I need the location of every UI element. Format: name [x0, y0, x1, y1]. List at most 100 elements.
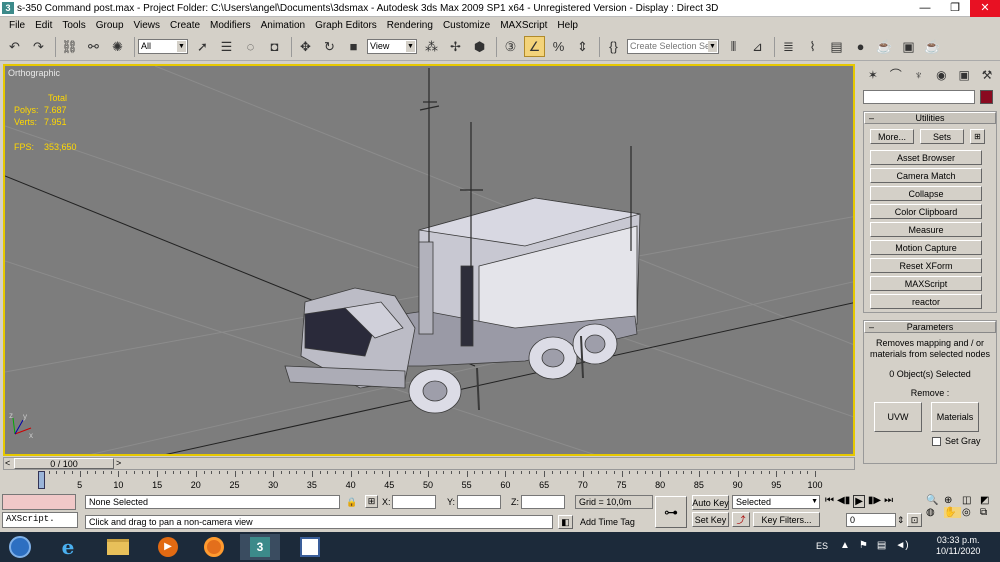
- reference-coordinate-dropdown[interactable]: View ▼: [367, 39, 417, 54]
- measure-button[interactable]: Measure: [870, 222, 982, 237]
- more-button[interactable]: More...: [870, 129, 914, 144]
- collapse-button[interactable]: Collapse: [870, 186, 982, 201]
- asset-browser-button[interactable]: Asset Browser: [870, 150, 982, 165]
- set-key-icon[interactable]: ⊶: [655, 496, 687, 528]
- time-configuration-icon[interactable]: ⊡: [907, 513, 922, 527]
- menu-file[interactable]: File: [4, 20, 30, 31]
- menu-help[interactable]: Help: [552, 20, 583, 31]
- set-key-button[interactable]: Set Key: [692, 512, 729, 527]
- maximize-button[interactable]: ❐: [940, 0, 970, 17]
- menu-create[interactable]: Create: [165, 20, 205, 31]
- slider-prev-arrow-icon[interactable]: <: [5, 458, 10, 468]
- select-by-name-icon[interactable]: ☰: [216, 36, 237, 57]
- key-mode-dropdown[interactable]: Selected ▼: [732, 495, 820, 509]
- render-setup-icon[interactable]: ☕: [874, 36, 895, 57]
- frame-spinner-icon[interactable]: ⇕: [897, 513, 905, 527]
- minimize-button[interactable]: —: [910, 0, 940, 17]
- create-tab-icon[interactable]: ✶: [863, 65, 883, 84]
- object-color-swatch[interactable]: [980, 90, 993, 104]
- zoom-icon[interactable]: 🔍: [926, 495, 943, 506]
- zoom-all-icon[interactable]: ⊕: [944, 495, 961, 506]
- reactor-button[interactable]: reactor: [870, 294, 982, 309]
- angle-snap-icon[interactable]: ∠: [524, 36, 545, 57]
- object-name-field[interactable]: [863, 90, 975, 104]
- viewport-orthographic[interactable]: Orthographic Total Polys: 7.687 Verts: 7.9…: [3, 64, 855, 456]
- zoom-extents-icon[interactable]: ◫: [962, 495, 979, 506]
- pan-view-icon[interactable]: ✋: [944, 507, 961, 518]
- edit-named-selection-icon[interactable]: {}: [603, 36, 624, 57]
- display-tab-icon[interactable]: ▣: [954, 65, 974, 84]
- hierarchy-tab-icon[interactable]: ♆: [909, 65, 929, 84]
- scale-icon[interactable]: ■: [343, 36, 364, 57]
- menu-edit[interactable]: Edit: [30, 20, 57, 31]
- volume-icon[interactable]: ◄): [895, 540, 908, 551]
- menu-group[interactable]: Group: [91, 20, 129, 31]
- select-object-icon[interactable]: ➚: [192, 36, 213, 57]
- menu-tools[interactable]: Tools: [57, 20, 90, 31]
- firefox-icon[interactable]: [194, 534, 234, 560]
- menu-maxscript[interactable]: MAXScript: [495, 20, 552, 31]
- viewport-label[interactable]: Orthographic: [8, 68, 60, 78]
- utilities-rollout-header[interactable]: – Utilities: [864, 112, 996, 124]
- start-button[interactable]: [2, 534, 38, 560]
- motion-capture-button[interactable]: Motion Capture: [870, 240, 982, 255]
- arc-rotate-icon[interactable]: ◎: [962, 507, 979, 518]
- time-slider[interactable]: < 0 / 100 >: [3, 457, 855, 470]
- parameters-rollout-header[interactable]: – Parameters: [864, 321, 996, 333]
- close-button[interactable]: ✕: [970, 0, 1000, 17]
- add-time-tag-button[interactable]: Add Time Tag: [580, 515, 635, 529]
- media-player-icon[interactable]: ▶: [148, 534, 188, 560]
- paint-icon[interactable]: [290, 534, 330, 560]
- quick-render-icon[interactable]: ☕: [922, 36, 943, 57]
- curve-editor-icon[interactable]: ⌇: [802, 36, 823, 57]
- materials-button[interactable]: Materials: [931, 402, 979, 432]
- rotate-icon[interactable]: ↻: [319, 36, 340, 57]
- lock-selection-icon[interactable]: 🔒: [346, 495, 357, 509]
- schematic-view-icon[interactable]: ▤: [826, 36, 847, 57]
- zoom-extents-all-icon[interactable]: ◩: [980, 495, 997, 506]
- percent-snap-icon[interactable]: %: [548, 36, 569, 57]
- keyboard-shortcut-override-icon[interactable]: ⬢: [469, 36, 490, 57]
- snaps-toggle-icon[interactable]: ③: [500, 36, 521, 57]
- camera-match-button[interactable]: Camera Match: [870, 168, 982, 183]
- default-in-out-tangents-icon[interactable]: ⤴: [732, 512, 750, 527]
- redo-icon[interactable]: ↷: [28, 36, 49, 57]
- auto-key-button[interactable]: Auto Key: [692, 495, 729, 510]
- move-icon[interactable]: ✥: [295, 36, 316, 57]
- motion-tab-icon[interactable]: ◉: [931, 65, 951, 84]
- reset-xform-button[interactable]: Reset XForm: [870, 258, 982, 273]
- menu-views[interactable]: Views: [129, 20, 166, 31]
- field-of-view-icon[interactable]: ◍: [926, 507, 943, 518]
- key-filters-button[interactable]: Key Filters...: [753, 512, 820, 527]
- current-frame-field[interactable]: 0: [846, 513, 896, 527]
- 3ds-max-taskbar-icon[interactable]: 3: [240, 534, 280, 560]
- menu-graph-editors[interactable]: Graph Editors: [310, 20, 382, 31]
- play-icon[interactable]: ▶: [853, 495, 865, 508]
- utilities-tab-icon[interactable]: ⚒: [977, 65, 997, 84]
- rectangular-selection-icon[interactable]: ◌: [240, 36, 261, 57]
- z-coordinate-field[interactable]: [521, 495, 565, 509]
- window-crossing-icon[interactable]: ◘: [264, 36, 285, 57]
- align-icon[interactable]: ⊿: [747, 36, 768, 57]
- undo-icon[interactable]: ↶: [4, 36, 25, 57]
- bind-space-warp-icon[interactable]: ✺: [107, 36, 128, 57]
- maxscript-listener-top[interactable]: [2, 494, 76, 510]
- unlink-icon[interactable]: ⚯: [83, 36, 104, 57]
- time-slider-thumb[interactable]: 0 / 100: [14, 458, 114, 469]
- color-clipboard-button[interactable]: Color Clipboard: [870, 204, 982, 219]
- y-coordinate-field[interactable]: [457, 495, 501, 509]
- maxscript-button[interactable]: MAXScript: [870, 276, 982, 291]
- rendered-frame-window-icon[interactable]: ▣: [898, 36, 919, 57]
- maxscript-listener-field[interactable]: AXScript.: [2, 512, 78, 528]
- flag-icon[interactable]: ⚑: [859, 540, 868, 551]
- 3ds-max-icon[interactable]: 3: [2, 2, 14, 14]
- maximize-viewport-icon[interactable]: ⧉: [980, 507, 997, 518]
- select-and-link-icon[interactable]: ⛓: [59, 36, 80, 57]
- next-frame-icon[interactable]: ▮▶: [868, 495, 881, 508]
- internet-explorer-icon[interactable]: e: [48, 534, 88, 560]
- clock[interactable]: 03:33 p.m. 10/11/2020: [936, 535, 980, 557]
- manipulate-icon[interactable]: ✢: [445, 36, 466, 57]
- slider-next-arrow-icon[interactable]: >: [116, 458, 121, 468]
- spinner-snap-icon[interactable]: ⇕: [572, 36, 593, 57]
- sets-button[interactable]: Sets: [920, 129, 964, 144]
